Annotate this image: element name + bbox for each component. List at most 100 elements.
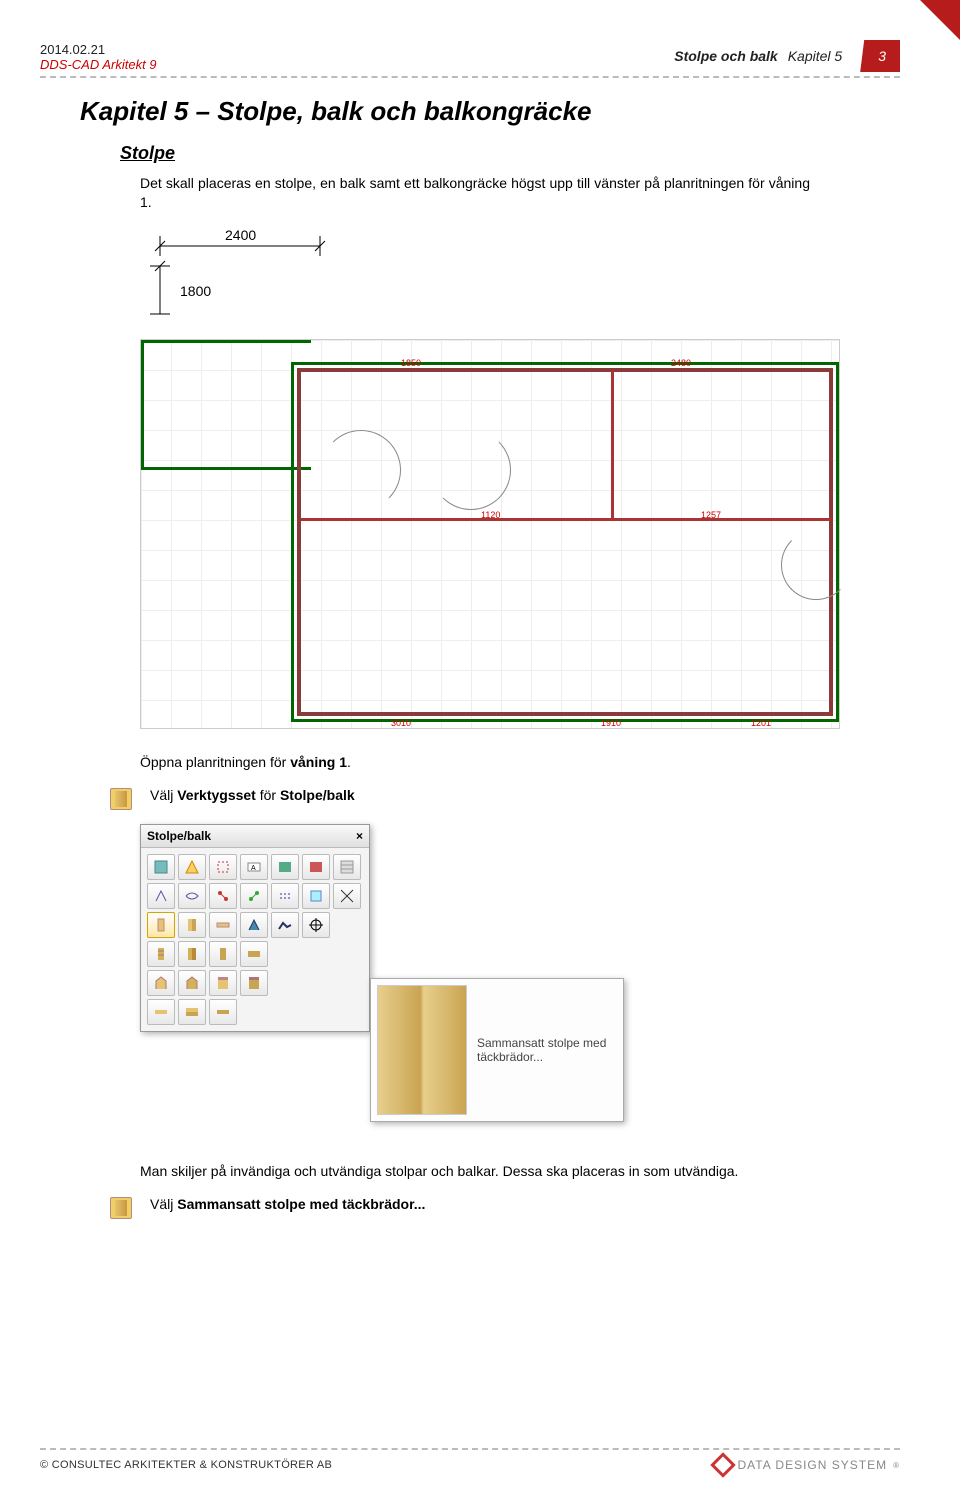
tool-palette: Stolpe/balk × A — [140, 824, 370, 1032]
palette-btn[interactable] — [271, 912, 299, 938]
chapter-heading: Kapitel 5 – Stolpe, balk och balkongräck… — [80, 96, 900, 127]
palette-btn[interactable] — [209, 854, 237, 880]
palette-btn[interactable] — [333, 883, 361, 909]
palette-btn-column[interactable] — [147, 912, 175, 938]
close-icon[interactable]: × — [356, 829, 363, 843]
dim-small: 1850 — [401, 358, 421, 368]
select-tool-text: Välj Verktygsset för Stolpe/balk — [150, 786, 355, 805]
page-header: 2014.02.21 DDS-CAD Arkitekt 9 Stolpe och… — [40, 40, 900, 78]
header-left: 2014.02.21 DDS-CAD Arkitekt 9 — [40, 42, 157, 72]
text-bold: Sammansatt stolpe med täckbrädor... — [177, 1196, 425, 1212]
header-date: 2014.02.21 — [40, 42, 157, 57]
palette-btn[interactable] — [271, 854, 299, 880]
dim-small: 3010 — [391, 718, 411, 728]
palette-btn[interactable] — [209, 912, 237, 938]
palette-btn[interactable]: A — [240, 854, 268, 880]
dim-small: 1257 — [701, 510, 721, 520]
header-right: Stolpe och balk Kapitel 5 3 — [674, 40, 900, 72]
dim-small: 1910 — [601, 718, 621, 728]
floorplan-figure: 1850 2480 1120 1257 3010 1910 1201 — [140, 339, 900, 729]
dimension-figure: 2400 1800 — [140, 226, 900, 321]
palette-btn[interactable] — [209, 883, 237, 909]
palette-btn[interactable] — [178, 883, 206, 909]
palette-btn[interactable] — [178, 912, 206, 938]
footer-brand: DATA DESIGN SYSTEM ® — [714, 1456, 900, 1474]
palette-btn[interactable] — [178, 941, 206, 967]
palette-btn[interactable] — [240, 941, 268, 967]
page-corner-decoration — [920, 0, 960, 40]
palette-btn[interactable] — [209, 941, 237, 967]
dim-small: 1201 — [751, 718, 771, 728]
footer-copyright: © CONSULTEC ARKITEKTER & KONSTRUKTÖRER A… — [40, 1459, 332, 1471]
intro-paragraph: Det skall placeras en stolpe, en balk sa… — [140, 174, 810, 212]
section-heading: Stolpe — [120, 143, 900, 164]
palette-btn[interactable] — [178, 970, 206, 996]
wall-inner — [297, 368, 833, 372]
header-chapter: Kapitel 5 — [788, 48, 842, 64]
text-fragment: Öppna planritningen för — [140, 754, 290, 770]
text-fragment: . — [347, 754, 351, 770]
palette-btn[interactable] — [271, 883, 299, 909]
palette-title-text: Stolpe/balk — [147, 829, 211, 843]
distinguish-text: Man skiljer på invändiga och utvändiga s… — [140, 1162, 810, 1181]
palette-btn[interactable] — [178, 854, 206, 880]
door-arc — [321, 430, 401, 510]
wall-segment — [141, 340, 311, 470]
svg-text:A: A — [251, 865, 256, 872]
dim-small: 1120 — [481, 510, 500, 520]
palette-btn[interactable] — [240, 970, 268, 996]
text-bold: våning 1 — [290, 754, 347, 770]
page: 2014.02.21 DDS-CAD Arkitekt 9 Stolpe och… — [0, 0, 960, 1219]
floorplan-canvas: 1850 2480 1120 1257 3010 1910 1201 — [140, 339, 840, 729]
header-product: DDS-CAD Arkitekt 9 — [40, 57, 157, 72]
open-plan-text: Öppna planritningen för våning 1. — [140, 753, 810, 772]
toolbox-screenshot: Stolpe/balk × A — [140, 824, 740, 1144]
door-arc — [781, 530, 851, 600]
palette-btn[interactable] — [147, 941, 175, 967]
palette-btn[interactable] — [302, 912, 330, 938]
palette-btn[interactable] — [147, 970, 175, 996]
footer-brand-text: DATA DESIGN SYSTEM — [738, 1458, 888, 1472]
tooltip-label: Sammansatt stolpe med täckbrädor... — [477, 1036, 617, 1064]
text-fragment: Välj — [150, 1196, 177, 1212]
dim-horiz: 2400 — [225, 227, 256, 243]
tool-tooltip: Sammansatt stolpe med täckbrädor... — [370, 978, 624, 1122]
header-doc-title: Stolpe och balk — [674, 48, 777, 64]
palette-btn[interactable] — [147, 883, 175, 909]
toolset-icon — [110, 788, 132, 810]
door-arc — [431, 430, 511, 510]
text-fragment: för — [256, 787, 280, 803]
dimension-svg: 2400 1800 — [140, 226, 360, 316]
dim-vert: 1800 — [180, 283, 211, 299]
page-footer: © CONSULTEC ARKITEKTER & KONSTRUKTÖRER A… — [40, 1448, 900, 1474]
palette-btn[interactable] — [302, 854, 330, 880]
palette-btn[interactable] — [209, 999, 237, 1025]
palette-btn[interactable] — [147, 999, 175, 1025]
palette-btn[interactable] — [147, 854, 175, 880]
text-bold: Stolpe/balk — [280, 787, 355, 803]
text-bold: Verktygsset — [177, 787, 256, 803]
palette-btn[interactable] — [178, 999, 206, 1025]
interior-wall — [301, 518, 831, 521]
palette-titlebar: Stolpe/balk × — [141, 825, 369, 848]
palette-btn[interactable] — [302, 883, 330, 909]
registered-mark: ® — [893, 1461, 900, 1470]
wall-inner — [297, 712, 833, 716]
dim-small: 2480 — [671, 358, 691, 368]
text-fragment: Välj — [150, 787, 177, 803]
wall-inner — [297, 368, 301, 716]
page-number-badge: 3 — [860, 40, 900, 72]
palette-btn[interactable] — [240, 912, 268, 938]
interior-wall — [611, 370, 614, 520]
instruction-row: Välj Sammansatt stolpe med täckbrädor... — [110, 1195, 900, 1219]
dds-logo-icon — [710, 1452, 735, 1477]
instruction-row: Välj Verktygsset för Stolpe/balk — [110, 786, 900, 810]
palette-btn[interactable] — [240, 883, 268, 909]
tooltip-thumbnail — [377, 985, 467, 1115]
palette-btn[interactable] — [209, 970, 237, 996]
composite-column-icon — [110, 1197, 132, 1219]
select-stolpe-text: Välj Sammansatt stolpe med täckbrädor... — [150, 1195, 425, 1214]
palette-btn[interactable] — [333, 854, 361, 880]
wall-segment — [291, 362, 839, 722]
palette-grid: A — [141, 848, 369, 1031]
